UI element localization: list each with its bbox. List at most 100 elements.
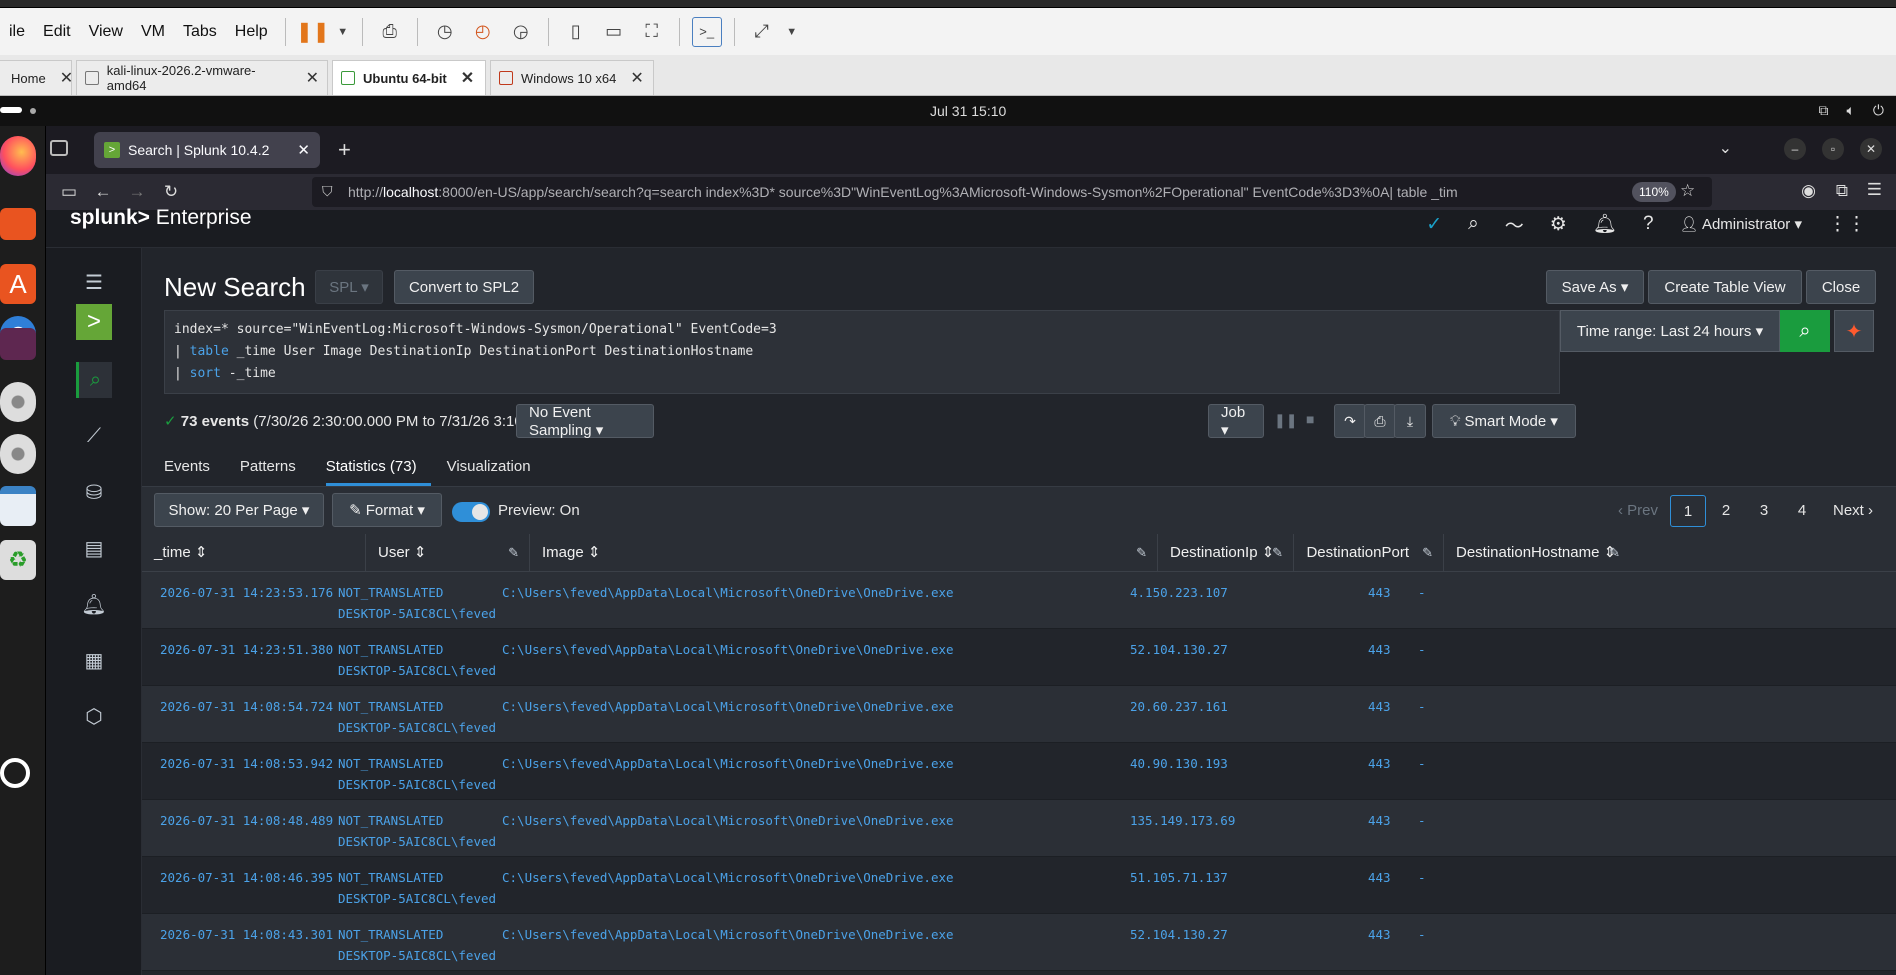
user-menu[interactable]: 👤︎ Administrator ▾ [1680, 215, 1802, 233]
vm-tab-ubuntu[interactable]: Ubuntu 64-bit ✕ [332, 60, 486, 95]
vm-tab-home[interactable]: Home ✕ [0, 60, 73, 95]
reports-icon[interactable]: ▤ [76, 530, 112, 566]
create-table-view-button[interactable]: Create Table View [1648, 270, 1802, 304]
close-icon[interactable]: ✕ [297, 141, 310, 159]
cell-destination-hostname[interactable]: - [1418, 810, 1426, 831]
vm-tab-windows[interactable]: Windows 10 x64 ✕ [490, 60, 654, 95]
cell-destination-ip[interactable]: 52.104.130.27 [1130, 924, 1228, 945]
next-page[interactable]: Next › [1822, 495, 1884, 527]
export-icon[interactable]: ⤓ [1394, 404, 1426, 438]
cell-image[interactable]: C:\Users\feved\AppData\Local\Microsoft\O… [502, 810, 954, 831]
cell-time[interactable]: 2026-07-31 14:08:54.724 [160, 696, 333, 717]
search-icon[interactable]: ⌕ [76, 362, 112, 398]
apps-grid-icon[interactable]: ⋮⋮ [1828, 213, 1866, 236]
cell-destination-port[interactable]: 443 [1368, 867, 1391, 888]
cell-destination-port[interactable]: 443 [1368, 924, 1391, 945]
snapshot-manager-icon[interactable]: ◶ [506, 17, 536, 47]
menu-icon[interactable]: ☰ [1867, 180, 1882, 200]
stretch-icon[interactable]: ⤢ [747, 17, 777, 47]
cell-user[interactable]: NOT_TRANSLATED DESKTOP-5AIC8CL\feved [338, 810, 496, 852]
firefox-icon[interactable] [0, 136, 36, 176]
search-submit-button[interactable]: ⌕ [1780, 310, 1830, 352]
chevron-down-icon[interactable]: ▼ [336, 17, 350, 47]
cell-time[interactable]: 2026-07-31 14:08:48.489 [160, 810, 333, 831]
activities-indicator[interactable] [0, 107, 22, 113]
menu-file[interactable]: ile [0, 8, 34, 55]
page-3[interactable]: 3 [1746, 495, 1782, 527]
cell-user[interactable]: NOT_TRANSLATED DESKTOP-5AIC8CL\feved [338, 639, 496, 681]
help-icon[interactable]: ? [1643, 213, 1654, 235]
tab-patterns[interactable]: Patterns [240, 448, 310, 486]
terminal-icon[interactable] [0, 328, 36, 360]
column-destination-hostname[interactable]: DestinationHostname ⇕ ✎ [1444, 534, 1630, 572]
cell-destination-hostname[interactable]: - [1418, 924, 1426, 945]
cell-user[interactable]: NOT_TRANSLATED DESKTOP-5AIC8CL\feved [338, 867, 496, 909]
snapshot-icon[interactable]: ◷ [430, 17, 460, 47]
vm-tab-kali[interactable]: kali-linux-2026.2-vmware-amd64 ✕ [76, 60, 328, 95]
tab-statistics[interactable]: Statistics (73) [325, 448, 431, 486]
close-icon[interactable]: ✕ [60, 68, 73, 88]
chevron-down-icon[interactable]: ▼ [785, 17, 799, 47]
cell-image[interactable]: C:\Users\feved\AppData\Local\Microsoft\O… [502, 867, 954, 888]
forward-icon[interactable]: → [120, 182, 154, 202]
thumbnail-bar-icon[interactable]: ▭ [599, 17, 629, 47]
edit-column-icon[interactable]: ✎ [508, 534, 519, 572]
edit-column-icon[interactable]: ✎ [1136, 534, 1147, 572]
menu-vm[interactable]: VM [132, 8, 174, 55]
cell-destination-port[interactable]: 443 [1368, 696, 1391, 717]
chevron-down-icon[interactable]: ⌄ [1719, 138, 1732, 158]
site-info-icon[interactable]: ⛉ [322, 183, 333, 200]
cell-destination-port[interactable]: 443 [1368, 753, 1391, 774]
console-icon[interactable]: >_ [691, 16, 722, 47]
new-tab-icon[interactable]: + [338, 137, 351, 163]
cell-time[interactable]: 2026-07-31 14:23:53.176 [160, 582, 333, 603]
cell-destination-hostname[interactable]: - [1418, 582, 1426, 603]
stop-icon[interactable]: ■ [1306, 411, 1314, 427]
menu-edit[interactable]: Edit [34, 8, 80, 55]
clock[interactable]: Jul 31 15:10 [930, 103, 1006, 119]
trash-icon[interactable]: ♻ [0, 540, 36, 580]
prev-page[interactable]: ‹ Prev [1608, 495, 1668, 527]
cell-image[interactable]: C:\Users\feved\AppData\Local\Microsoft\O… [502, 696, 954, 717]
page-2[interactable]: 2 [1708, 495, 1744, 527]
back-icon[interactable]: ← [86, 182, 120, 202]
revert-snapshot-icon[interactable]: ◴ [468, 17, 498, 47]
cell-destination-hostname[interactable]: - [1418, 696, 1426, 717]
column-time[interactable]: _time ⇕ [142, 534, 366, 572]
health-status-icon[interactable]: ✓ [1426, 213, 1442, 236]
column-destination-port[interactable]: DestinationPort ⇕✎ [1294, 534, 1444, 599]
url-bar[interactable]: ⛉ http://localhost:8000/en-US/app/search… [312, 177, 1712, 207]
cell-image[interactable]: C:\Users\feved\AppData\Local\Microsoft\O… [502, 639, 954, 660]
cell-user[interactable]: NOT_TRANSLATED DESKTOP-5AIC8CL\feved [338, 924, 496, 966]
fullscreen-icon[interactable]: ⛶ [637, 17, 667, 47]
column-image[interactable]: Image ⇕ ✎ [530, 534, 1158, 572]
format-dropdown[interactable]: ✎ Format ▾ [332, 493, 442, 527]
cell-time[interactable]: 2026-07-31 14:08:43.301 [160, 924, 333, 945]
cell-user[interactable]: NOT_TRANSLATED DESKTOP-5AIC8CL\feved [338, 582, 496, 624]
cell-destination-port[interactable]: 443 [1368, 639, 1391, 660]
column-user[interactable]: User ⇕ ✎ [366, 534, 530, 572]
close-icon[interactable]: ✕ [1860, 138, 1882, 160]
search-icon[interactable]: ⌕ [1468, 213, 1479, 235]
restore-icon[interactable]: ▫ [1822, 138, 1844, 160]
close-icon[interactable]: ✕ [461, 68, 474, 88]
tab-visualization[interactable]: Visualization [447, 448, 545, 486]
disc-icon[interactable] [0, 382, 36, 422]
edit-column-icon[interactable]: ✎ [1422, 534, 1433, 572]
notifications-icon[interactable]: 🔔︎ [1593, 212, 1617, 236]
job-dropdown[interactable]: Job ▾ [1208, 404, 1264, 439]
search-input[interactable]: index=* source="WinEventLog:Microsoft-Wi… [164, 310, 1560, 394]
reload-icon[interactable]: ↻ [154, 182, 188, 202]
cell-user[interactable]: NOT_TRANSLATED DESKTOP-5AIC8CL\feved [338, 696, 496, 738]
spl-dropdown[interactable]: SPL ▾ [315, 270, 383, 304]
cell-destination-ip[interactable]: 20.60.237.161 [1130, 696, 1228, 717]
account-icon[interactable]: ◉ [1801, 181, 1816, 201]
edit-column-icon[interactable]: ✎ [1272, 534, 1283, 572]
zoom-badge[interactable]: 110% [1632, 182, 1676, 202]
cell-time[interactable]: 2026-07-31 14:08:46.395 [160, 867, 333, 888]
cell-destination-hostname[interactable]: - [1418, 867, 1426, 888]
cell-destination-ip[interactable]: 135.149.173.69 [1130, 810, 1235, 831]
cell-user[interactable]: NOT_TRANSLATED DESKTOP-5AIC8CL\feved [338, 753, 496, 795]
column-destination-ip[interactable]: DestinationIp ⇕ ✎ [1158, 534, 1294, 572]
search-mode-dropdown[interactable]: 💡︎ Smart Mode ▾ [1432, 404, 1576, 438]
